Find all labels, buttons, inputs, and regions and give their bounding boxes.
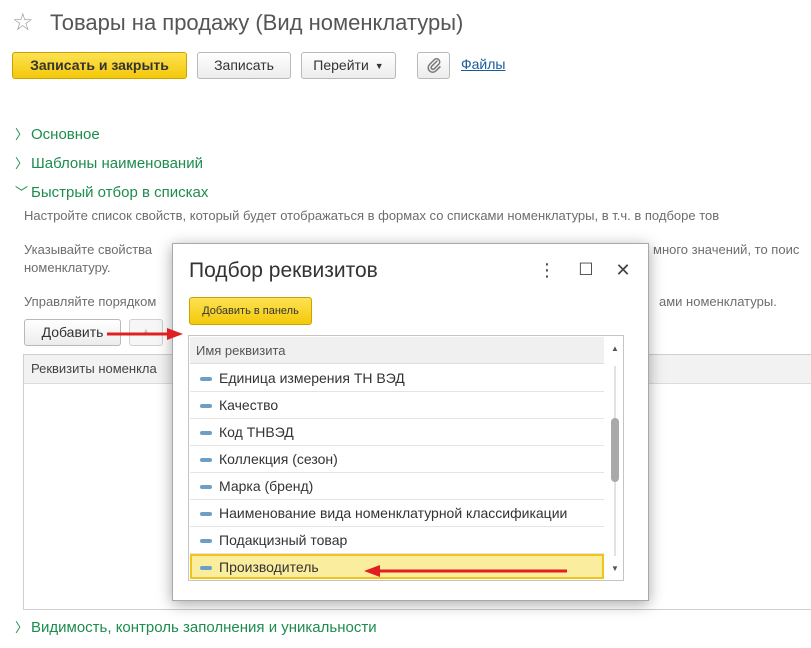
list-item-label: Качество bbox=[219, 397, 279, 413]
goto-label: Перейти bbox=[313, 57, 369, 73]
hint-properties-right: много значений, то поис bbox=[653, 242, 800, 257]
attribute-icon bbox=[200, 431, 212, 435]
scroll-up-icon[interactable]: ▲ bbox=[607, 344, 623, 353]
group-quick-filter-label: Быстрый отбор в списках bbox=[31, 184, 209, 201]
add-to-panel-button[interactable]: Добавить в панель bbox=[189, 297, 312, 325]
attribute-icon bbox=[200, 539, 212, 543]
files-link[interactable]: Файлы bbox=[461, 56, 505, 72]
hint-order-left: Управляйте порядком bbox=[24, 294, 157, 309]
attribute-icon bbox=[200, 404, 212, 408]
group-visibility[interactable]: 〉 Видимость, контроль заполнения и уникал… bbox=[15, 618, 377, 638]
list-item-label: Единица измерения ТН ВЭД bbox=[219, 370, 405, 386]
list-item-label: Коллекция (сезон) bbox=[219, 451, 338, 467]
attribute-list-header[interactable]: Имя реквизита bbox=[190, 337, 604, 364]
list-item-label: Наименование вида номенклатурной классиф… bbox=[219, 505, 568, 521]
chevron-down-icon: ▼ bbox=[374, 61, 384, 71]
list-item[interactable]: Коллекция (сезон) bbox=[190, 446, 604, 473]
attribute-icon bbox=[200, 458, 212, 462]
more-icon[interactable]: ⋮ bbox=[536, 259, 558, 281]
list-item[interactable]: Качество bbox=[190, 392, 604, 419]
hint-properties-left: Указывайте свойства bbox=[24, 242, 153, 257]
list-item[interactable]: Подакцизный товар bbox=[190, 527, 604, 554]
annotation-arrow-left bbox=[364, 565, 567, 577]
group-templates[interactable]: 〉 Шаблоны наименований bbox=[15, 154, 203, 174]
chevron-down-icon: ﹀ bbox=[15, 185, 29, 200]
hint-order-right: ами номенклатуры. bbox=[659, 294, 777, 309]
page-title: Товары на продажу (Вид номенклатуры) bbox=[50, 10, 464, 35]
quick-filter-hint: Настройте список свойств, который будет … bbox=[24, 208, 720, 223]
save-button[interactable]: Записать bbox=[197, 52, 291, 79]
attribute-icon bbox=[200, 566, 212, 570]
attribute-icon bbox=[200, 485, 212, 489]
list-item-label: Код ТНВЭД bbox=[219, 424, 294, 440]
list-item[interactable]: Код ТНВЭД bbox=[190, 419, 604, 446]
attribute-list: Имя реквизита Единица измерения ТН ВЭД К… bbox=[188, 335, 624, 581]
attribute-icon bbox=[200, 377, 212, 381]
chevron-right-icon: 〉 bbox=[15, 620, 29, 635]
close-icon[interactable]: ✕ bbox=[612, 259, 634, 281]
save-and-close-button[interactable]: Записать и закрыть bbox=[12, 52, 187, 79]
list-item-label: Подакцизный товар bbox=[219, 532, 348, 548]
chevron-right-icon: 〉 bbox=[15, 156, 29, 171]
list-item-label: Марка (бренд) bbox=[219, 478, 314, 494]
group-templates-label: Шаблоны наименований bbox=[31, 155, 203, 172]
group-main[interactable]: 〉 Основное bbox=[15, 125, 100, 145]
attach-button[interactable] bbox=[417, 52, 450, 79]
group-main-label: Основное bbox=[31, 126, 100, 143]
list-item-label: Производитель bbox=[219, 559, 319, 575]
goto-button[interactable]: Перейти ▼ bbox=[301, 52, 396, 79]
hint-properties-cont: номенклатуру. bbox=[24, 260, 111, 275]
list-scrollbar[interactable]: ▲ ▼ bbox=[607, 336, 623, 580]
attribute-icon bbox=[200, 512, 212, 516]
scroll-thumb[interactable] bbox=[611, 418, 619, 482]
group-quick-filter[interactable]: ﹀ Быстрый отбор в списках bbox=[15, 183, 208, 203]
maximize-icon[interactable]: ☐ bbox=[575, 259, 597, 281]
scroll-down-icon[interactable]: ▼ bbox=[607, 564, 623, 573]
star-icon[interactable]: ☆ bbox=[12, 8, 34, 38]
chevron-right-icon: 〉 bbox=[15, 127, 29, 142]
list-item[interactable]: Единица измерения ТН ВЭД bbox=[190, 365, 604, 392]
attribute-picker-dialog: Подбор реквизитов ⋮ ☐ ✕ Добавить в панел… bbox=[172, 243, 649, 601]
paperclip-icon bbox=[427, 58, 441, 73]
list-item[interactable]: Марка (бренд) bbox=[190, 473, 604, 500]
annotation-arrow-right bbox=[107, 328, 183, 340]
group-visibility-label: Видимость, контроль заполнения и уникаль… bbox=[31, 619, 377, 636]
list-item[interactable]: Наименование вида номенклатурной классиф… bbox=[190, 500, 604, 527]
dialog-title: Подбор реквизитов bbox=[189, 259, 378, 282]
